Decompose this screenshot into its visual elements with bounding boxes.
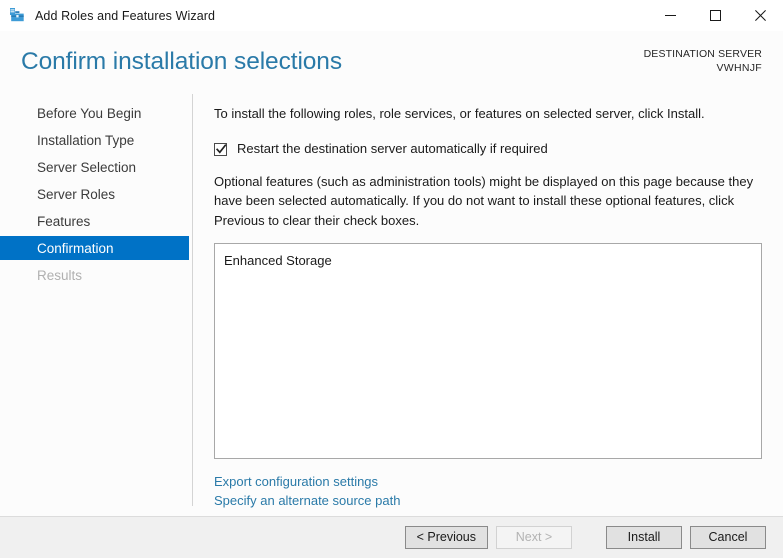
previous-button[interactable]: < Previous	[404, 526, 488, 549]
sidebar-item-results: Results	[37, 267, 83, 283]
intro-text: To install the following roles, role ser…	[214, 106, 705, 121]
toolbox-icon	[9, 7, 26, 24]
page-header: Confirm installation selections DESTINAT…	[0, 31, 783, 94]
list-item[interactable]: Enhanced Storage	[224, 252, 752, 270]
restart-checkbox[interactable]	[214, 143, 227, 156]
install-button[interactable]: Install	[606, 526, 682, 549]
title-bar: Add Roles and Features Wizard	[0, 0, 783, 31]
page-title: Confirm installation selections	[21, 48, 342, 75]
checkmark-icon	[215, 144, 227, 154]
export-configuration-settings-link[interactable]: Export configuration settings	[214, 472, 378, 491]
wizard-footer: < Previous Next > Install Cancel	[0, 516, 783, 558]
cancel-button[interactable]: Cancel	[690, 526, 766, 549]
destination-server-block: DESTINATION SERVER VWHNJF	[644, 48, 762, 75]
sidebar-item-server-selection[interactable]: Server Selection	[0, 155, 189, 179]
close-icon[interactable]	[738, 0, 783, 31]
restart-checkbox-row[interactable]: Restart the destination server automatic…	[214, 141, 762, 157]
window-controls	[648, 0, 783, 31]
specify-alternate-source-path-link[interactable]: Specify an alternate source path	[214, 491, 400, 510]
maximize-icon[interactable]	[693, 0, 738, 31]
next-button: Next >	[496, 526, 572, 549]
destination-server-label: DESTINATION SERVER	[643, 48, 762, 60]
sidebar-item-server-roles[interactable]: Server Roles	[0, 182, 189, 206]
minimize-icon[interactable]	[648, 0, 693, 31]
window-title: Add Roles and Features Wizard	[35, 8, 216, 23]
wizard-body: Before You Begin Installation Type Serve…	[0, 94, 783, 516]
restart-checkbox-label[interactable]: Restart the destination server automatic…	[237, 141, 548, 157]
sidebar-item-features[interactable]: Features	[0, 209, 189, 233]
sidebar-item-before-you-begin[interactable]: Before You Begin	[0, 101, 189, 125]
sidebar-item-confirmation[interactable]: Confirmation	[0, 236, 189, 260]
action-links: Export configuration settings Specify an…	[214, 472, 762, 510]
selected-features-listbox[interactable]: Enhanced Storage	[214, 242, 762, 459]
optional-features-note: Optional features (such as administratio…	[214, 174, 754, 228]
wizard-sidebar: Before You Begin Installation Type Serve…	[0, 94, 193, 516]
wizard-content: To install the following roles, role ser…	[193, 94, 783, 516]
title-bar-left: Add Roles and Features Wizard	[0, 7, 215, 24]
sidebar-item-installation-type[interactable]: Installation Type	[0, 128, 189, 152]
destination-server-name: VWHNJF	[716, 61, 762, 74]
add-roles-wizard-window: Add Roles and Features Wizard Confirm in…	[0, 0, 783, 558]
